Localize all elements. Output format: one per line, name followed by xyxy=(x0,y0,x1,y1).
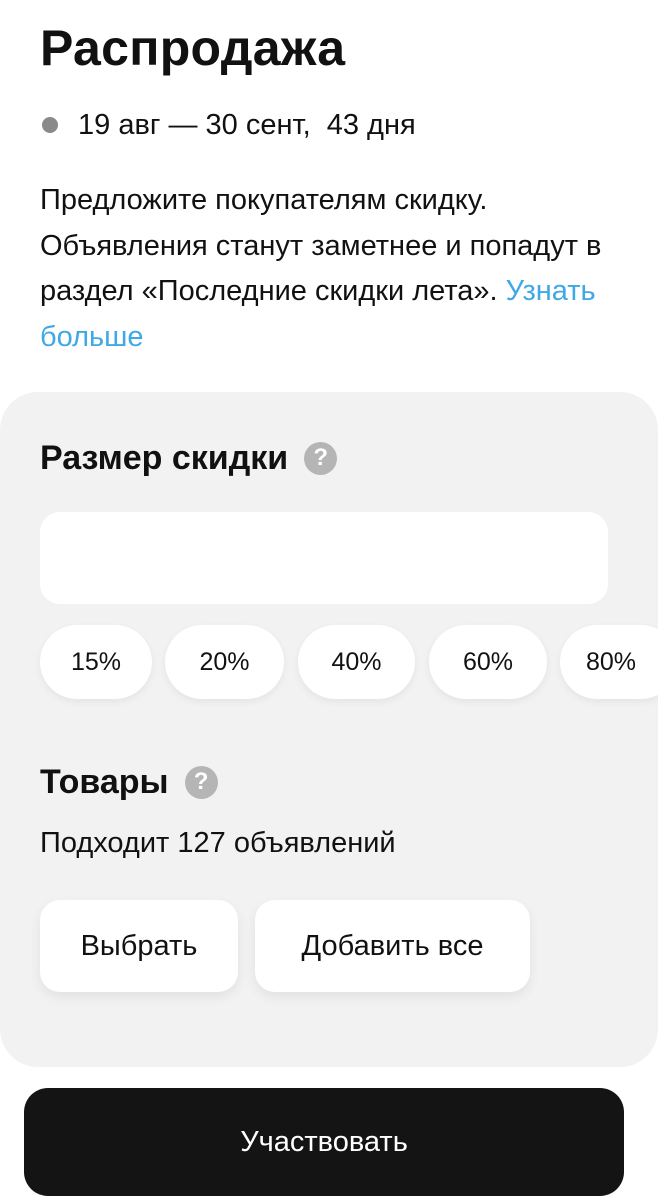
discount-option-15[interactable]: 15% xyxy=(40,625,152,699)
products-heading: Товары ? xyxy=(40,756,218,808)
discount-size-heading: Размер скидки ? xyxy=(40,432,338,484)
select-button[interactable]: Выбрать xyxy=(40,900,238,992)
sale-period: 19 авг — 30 сент, 43 дня xyxy=(40,104,416,146)
products-title: Товары xyxy=(40,762,169,801)
status-dot-icon xyxy=(42,117,58,133)
discount-help-icon[interactable]: ? xyxy=(304,441,338,475)
discount-size-title: Размер скидки xyxy=(40,438,289,477)
discount-option-80[interactable]: 80% xyxy=(560,625,658,699)
participate-button[interactable]: Участвовать xyxy=(24,1088,624,1196)
add-all-button[interactable]: Добавить все xyxy=(255,900,530,992)
sale-description: Предложите покупателям скидку. Объявлени… xyxy=(40,178,620,360)
discount-option-20[interactable]: 20% xyxy=(165,625,284,699)
settings-card: Размер скидки ? 15% 20% 40% 60% 80% Това… xyxy=(0,392,658,1067)
eligible-count: Подходит 127 объявлений xyxy=(40,827,396,859)
discount-input[interactable] xyxy=(40,512,608,604)
discount-option-60[interactable]: 60% xyxy=(429,625,547,699)
discount-option-40[interactable]: 40% xyxy=(298,625,415,699)
sale-dates: 19 авг — 30 сент, 43 дня xyxy=(78,108,416,141)
products-help-icon[interactable]: ? xyxy=(184,765,218,799)
sale-page: Распродажа 19 авг — 30 сент, 43 дня Пред… xyxy=(0,0,658,1200)
page-title: Распродажа xyxy=(40,20,346,76)
discount-options: 15% 20% 40% 60% 80% xyxy=(40,625,658,699)
